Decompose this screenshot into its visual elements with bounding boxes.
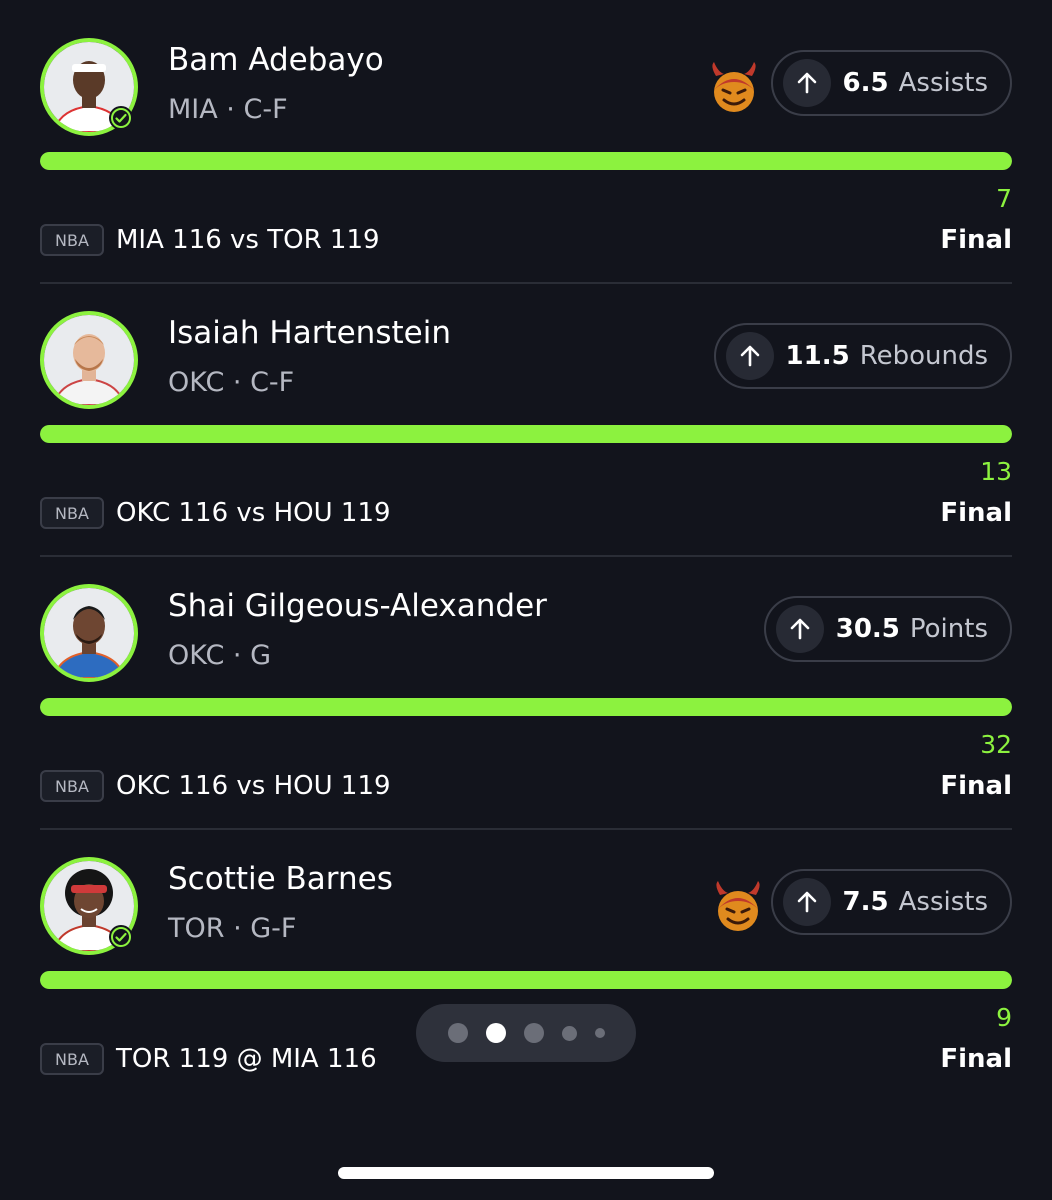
arrow-up-icon (782, 878, 831, 926)
line-value: 30.5 (835, 614, 900, 644)
arrow-up-icon (725, 332, 774, 380)
game-matchup: TOR 119 @ MIA 116 (116, 1044, 377, 1074)
progress-bar (40, 971, 1012, 989)
line-value: 6.5 (842, 68, 889, 98)
league-badge: NBA (40, 497, 104, 529)
pick-results-screen: Bam Adebayo MIA · C-F 6.5 Assists 7 NBA (0, 0, 1052, 1200)
progress-fill (40, 971, 1012, 989)
actual-stat-value: 13 (980, 457, 1012, 486)
divider (40, 828, 1012, 830)
game-matchup: OKC 116 vs HOU 119 (116, 771, 391, 801)
player-team-position: OKC · C-F (168, 367, 295, 398)
progress-bar (40, 152, 1012, 170)
player-name: Isaiah Hartenstein (168, 315, 451, 351)
game-status: Final (940, 771, 1012, 801)
stat-type: Points (909, 614, 988, 644)
line-value: 7.5 (842, 887, 889, 917)
progress-bar (40, 698, 1012, 716)
pick-card[interactable]: Bam Adebayo MIA · C-F 6.5 Assists 7 NBA (0, 38, 1052, 311)
stat-type: Assists (898, 68, 988, 98)
page-indicator[interactable] (416, 1004, 636, 1062)
page-dot[interactable] (523, 1023, 544, 1043)
arrow-up-icon (775, 605, 824, 653)
page-dot[interactable] (594, 1028, 605, 1038)
game-status: Final (940, 225, 1012, 255)
game-matchup: OKC 116 vs HOU 119 (116, 498, 391, 528)
divider (40, 555, 1012, 557)
verified-check-icon (109, 106, 133, 130)
player-avatar (40, 311, 138, 409)
pick-card[interactable]: Scottie Barnes TOR · G-F 7.5 Assists 9 N… (0, 857, 1052, 1130)
league-badge: NBA (40, 770, 104, 802)
progress-fill (40, 152, 1012, 170)
line-value: 11.5 (785, 341, 850, 371)
actual-stat-value: 7 (996, 184, 1012, 213)
progress-fill (40, 425, 1012, 443)
player-name: Bam Adebayo (168, 42, 384, 78)
stat-line-pill[interactable]: 7.5 Assists (770, 869, 1012, 935)
page-dot[interactable] (447, 1023, 468, 1043)
pick-card[interactable]: Isaiah Hartenstein OKC · C-F 11.5 Reboun… (0, 311, 1052, 584)
arrow-up-icon (782, 59, 831, 107)
player-team-position: MIA · C-F (168, 94, 288, 125)
game-matchup: MIA 116 vs TOR 119 (116, 225, 380, 255)
progress-fill (40, 698, 1012, 716)
league-badge: NBA (40, 1043, 104, 1075)
player-team-position: TOR · G-F (168, 913, 297, 944)
stat-type: Assists (898, 887, 988, 917)
league-badge: NBA (40, 224, 104, 256)
stat-line-pill[interactable]: 30.5 Points (763, 596, 1012, 662)
divider (40, 282, 1012, 284)
verified-check-icon (109, 925, 133, 949)
demon-icon (706, 60, 762, 116)
actual-stat-value: 32 (980, 730, 1012, 759)
player-name: Shai Gilgeous-Alexander (168, 588, 547, 624)
player-avatar (40, 584, 138, 682)
page-dot[interactable] (561, 1025, 577, 1041)
progress-bar (40, 425, 1012, 443)
stat-type: Rebounds (859, 341, 988, 371)
stat-line-pill[interactable]: 11.5 Rebounds (713, 323, 1012, 389)
player-name: Scottie Barnes (168, 861, 393, 897)
actual-stat-value: 9 (996, 1003, 1012, 1032)
game-status: Final (940, 1044, 1012, 1074)
stat-line-pill[interactable]: 6.5 Assists (770, 50, 1012, 116)
home-indicator[interactable] (338, 1167, 714, 1179)
player-team-position: OKC · G (168, 640, 272, 671)
pick-card[interactable]: Shai Gilgeous-Alexander OKC · G 30.5 Poi… (0, 584, 1052, 857)
page-dot-active[interactable] (485, 1023, 506, 1043)
demon-icon (710, 879, 766, 935)
game-status: Final (940, 498, 1012, 528)
